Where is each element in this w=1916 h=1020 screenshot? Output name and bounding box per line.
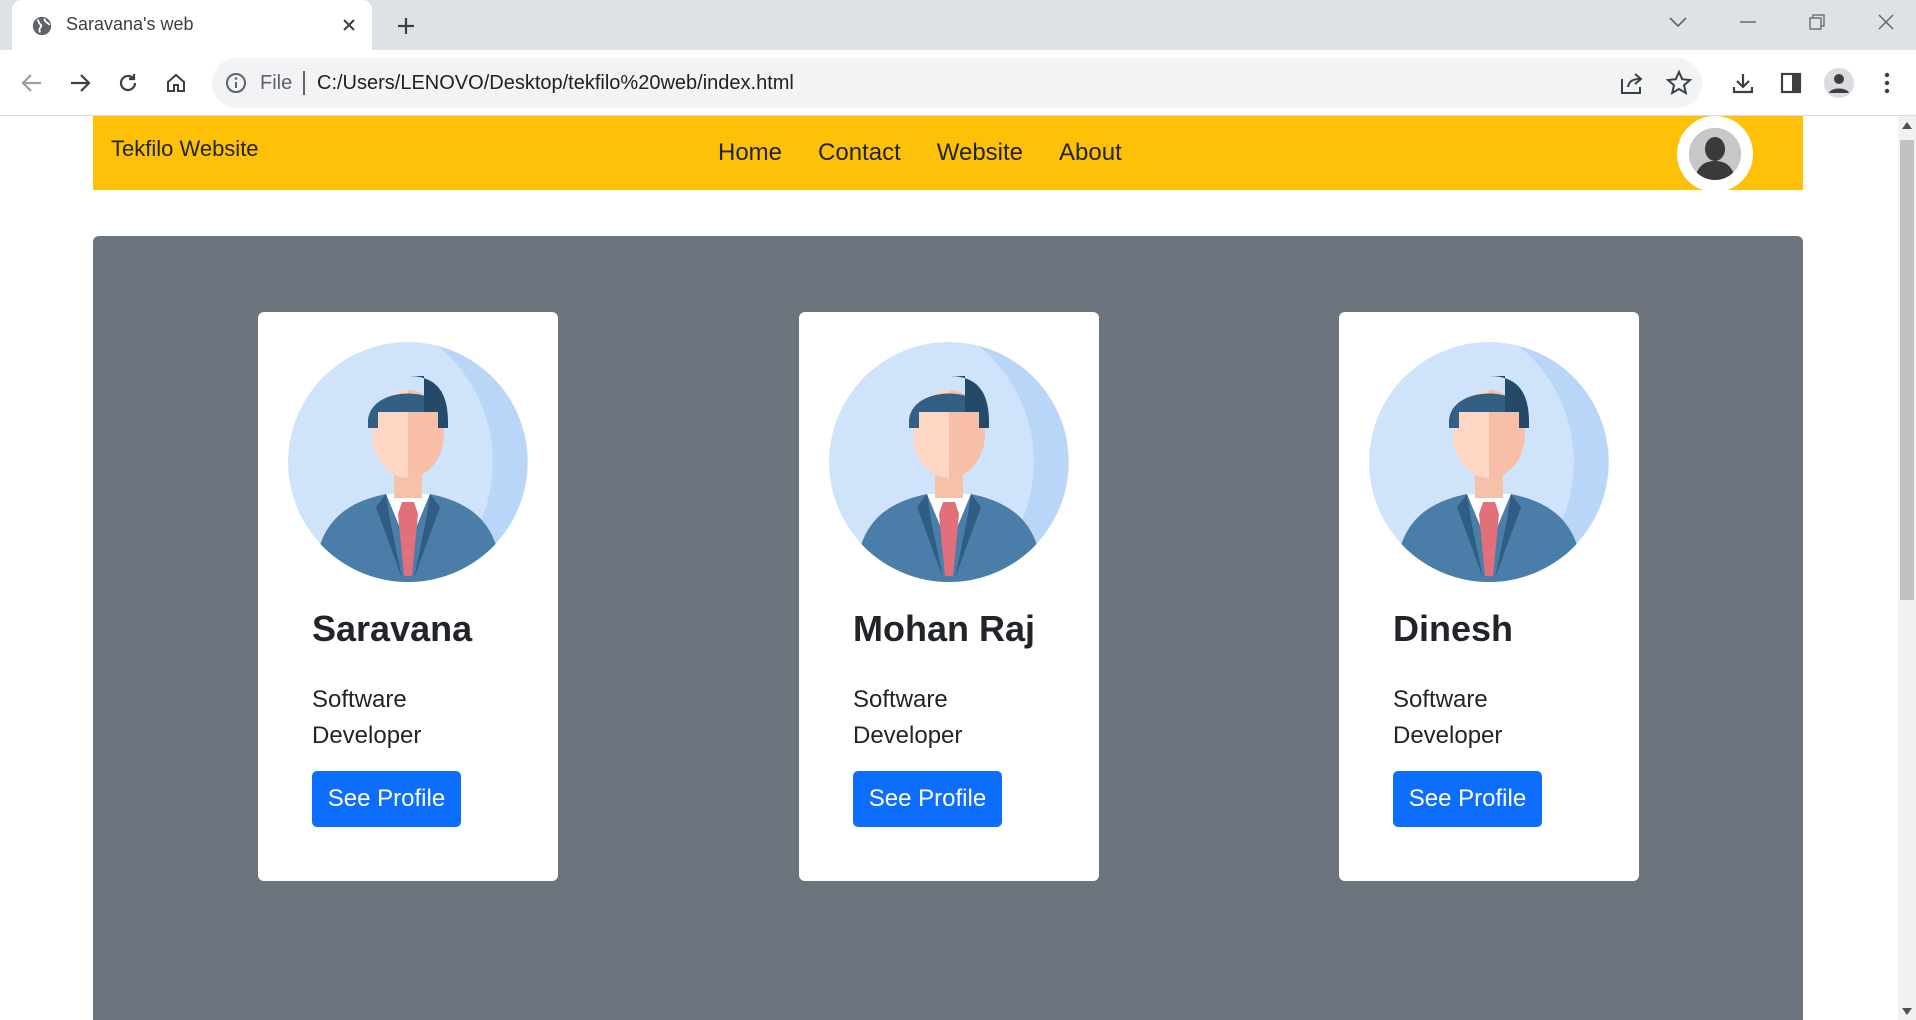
nav-link-contact[interactable]: Contact xyxy=(800,138,919,168)
tab-strip: Saravana's web xyxy=(0,0,1916,50)
address-separator xyxy=(303,71,305,95)
nav-links: Home Contact Website About xyxy=(700,138,1140,168)
card-name: Saravana xyxy=(312,608,473,649)
minimize-icon[interactable] xyxy=(1728,6,1768,38)
globe-icon xyxy=(32,16,52,36)
scrollbar-thumb[interactable] xyxy=(1900,140,1914,600)
businessman-avatar-image xyxy=(1369,342,1609,582)
see-profile-button[interactable]: See Profile xyxy=(853,771,1002,827)
back-icon[interactable] xyxy=(12,63,52,103)
user-silhouette-icon xyxy=(1689,128,1741,180)
navbar-brand[interactable]: Tekfilo Website xyxy=(111,136,259,162)
nav-link-about[interactable]: About xyxy=(1041,138,1140,168)
browser-toolbar: File C:/Users/LENOVO/Desktop/tekfilo%20w… xyxy=(0,50,1916,116)
businessman-avatar-image xyxy=(829,342,1069,582)
close-window-icon[interactable] xyxy=(1866,6,1906,38)
side-panel-icon[interactable] xyxy=(1771,63,1811,103)
card-role: Software Developer xyxy=(1393,686,1503,749)
menu-kebab-icon[interactable] xyxy=(1867,63,1907,103)
page-viewport: Tekfilo Website Home Contact Website Abo… xyxy=(0,116,1898,1020)
site-navbar: Tekfilo Website Home Contact Website Abo… xyxy=(93,116,1803,192)
home-icon[interactable] xyxy=(156,63,196,103)
share-icon[interactable] xyxy=(1618,69,1646,97)
close-tab-icon[interactable] xyxy=(336,12,362,38)
address-url[interactable]: C:/Users/LENOVO/Desktop/tekfilo%20web/in… xyxy=(317,72,794,95)
profile-icon[interactable] xyxy=(1819,63,1859,103)
bookmark-star-icon[interactable] xyxy=(1665,69,1693,97)
see-profile-button[interactable]: See Profile xyxy=(312,771,461,827)
forward-icon[interactable] xyxy=(60,63,100,103)
card-name: Dinesh xyxy=(1393,608,1514,649)
nav-link-website[interactable]: Website xyxy=(919,138,1041,168)
card-role: Software Developer xyxy=(312,686,422,749)
browser-tab[interactable]: Saravana's web xyxy=(12,0,372,50)
scroll-up-arrow-icon[interactable] xyxy=(1898,118,1916,132)
nav-link-home[interactable]: Home xyxy=(700,138,800,168)
address-scheme: File xyxy=(260,72,293,94)
see-profile-button[interactable]: See Profile xyxy=(1393,771,1542,827)
tab-search-icon[interactable] xyxy=(1658,6,1698,38)
reload-icon[interactable] xyxy=(108,63,148,103)
address-bar[interactable]: File C:/Users/LENOVO/Desktop/tekfilo%20w… xyxy=(212,58,1702,108)
restore-icon[interactable] xyxy=(1797,6,1837,38)
team-section: Saravana Software Developer See Profile xyxy=(93,236,1803,1020)
info-icon[interactable] xyxy=(224,71,248,95)
download-icon[interactable] xyxy=(1723,63,1763,103)
tab-title: Saravana's web xyxy=(66,14,194,34)
scroll-down-arrow-icon[interactable] xyxy=(1898,1004,1916,1018)
navbar-avatar[interactable] xyxy=(1677,116,1753,192)
profile-card: Dinesh Software Developer See Profile xyxy=(1339,312,1639,881)
profile-card: Mohan Raj Software Developer See Profile xyxy=(799,312,1099,881)
card-name: Mohan Raj xyxy=(853,608,1036,649)
page-scrollbar[interactable] xyxy=(1898,116,1916,1020)
businessman-avatar-image xyxy=(288,342,528,582)
new-tab-icon[interactable] xyxy=(390,10,422,42)
profile-card: Saravana Software Developer See Profile xyxy=(258,312,558,881)
card-role: Software Developer xyxy=(853,686,963,749)
